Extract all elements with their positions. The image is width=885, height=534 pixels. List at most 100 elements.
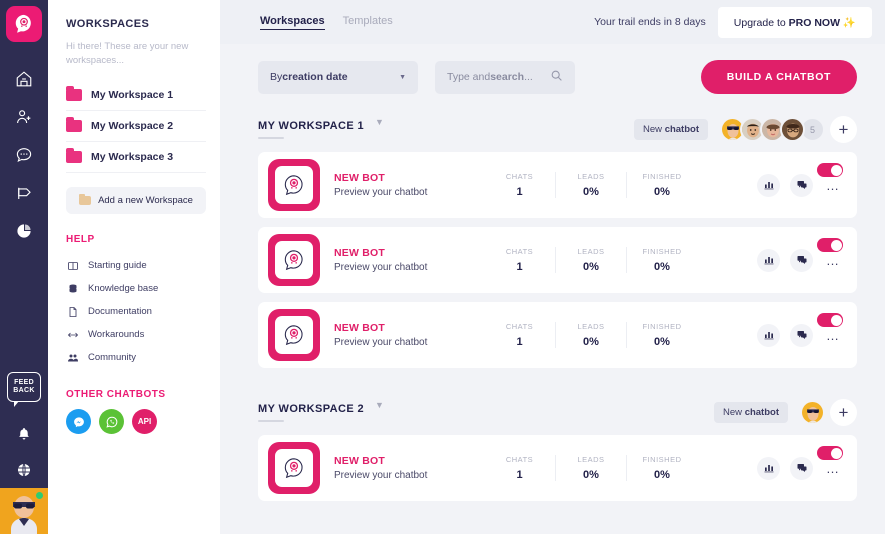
add-workspace-label: Add a new Workspace bbox=[98, 195, 193, 206]
stat-chats: CHATS 1 bbox=[484, 172, 555, 198]
bot-thumbnail[interactable] bbox=[268, 442, 320, 494]
sidebar-item-workspace-2[interactable]: My Workspace 2 bbox=[66, 111, 206, 142]
table-row[interactable]: NEW BOT Preview your chatbot CHATS 1 LEA… bbox=[258, 152, 857, 218]
new-chip-strong: chatbot bbox=[664, 124, 699, 135]
more-options-icon[interactable]: … bbox=[823, 328, 843, 343]
stat-leads: LEADS 0% bbox=[555, 172, 626, 198]
bar-chart-glyph bbox=[764, 257, 773, 265]
bot-enabled-toggle[interactable] bbox=[817, 313, 843, 327]
feedback-button[interactable]: FEED BACK bbox=[7, 372, 41, 407]
help-label: Starting guide bbox=[88, 260, 147, 271]
workspace-label: My Workspace 1 bbox=[91, 89, 174, 101]
sort-prefix: By bbox=[270, 71, 283, 83]
stats-icon[interactable] bbox=[757, 173, 780, 197]
build-chatbot-button[interactable]: BUILD A CHATBOT bbox=[700, 60, 857, 94]
messenger-icon[interactable] bbox=[66, 409, 91, 434]
sidebar-item-workspace-1[interactable]: My Workspace 1 bbox=[66, 80, 206, 111]
bot-card-list-2: NEW BOT Preview your chatbot CHATS 1 LEA… bbox=[220, 426, 885, 501]
chatbot-logo[interactable] bbox=[6, 6, 42, 42]
add-member-button[interactable]: + bbox=[830, 399, 857, 426]
stat-value: 1 bbox=[516, 469, 523, 481]
messages-glyph bbox=[797, 256, 806, 264]
avatar[interactable] bbox=[780, 117, 805, 142]
workspace-section-header-1: MY WORKSPACE 1 ▼ New chatbot 5 + bbox=[220, 94, 885, 143]
sort-select[interactable]: By creation date ▼ bbox=[258, 60, 418, 94]
megaphone-icon[interactable] bbox=[0, 174, 48, 212]
new-chatbot-chip[interactable]: New chatbot bbox=[634, 119, 708, 140]
feedback-line-2: BACK bbox=[13, 387, 35, 394]
messages-icon[interactable] bbox=[790, 248, 813, 272]
stats-icon[interactable] bbox=[757, 248, 780, 272]
messages-icon[interactable] bbox=[790, 173, 813, 197]
add-workspace-button[interactable]: Add a new Workspace bbox=[66, 187, 206, 214]
bot-thumbnail[interactable] bbox=[268, 159, 320, 211]
new-chip-prefix: New bbox=[643, 124, 665, 135]
api-icon[interactable]: API bbox=[132, 409, 157, 434]
stat-value: 1 bbox=[516, 261, 523, 273]
help-item-starting-guide[interactable]: Starting guide bbox=[66, 254, 206, 277]
tab-templates[interactable]: Templates bbox=[343, 15, 393, 29]
bot-enabled-toggle[interactable] bbox=[817, 238, 843, 252]
stat-value: 0% bbox=[654, 469, 670, 481]
more-options-icon[interactable]: … bbox=[823, 178, 843, 193]
bot-thumbnail[interactable] bbox=[268, 309, 320, 361]
help-label: Documentation bbox=[88, 306, 152, 317]
tab-workspaces[interactable]: Workspaces bbox=[260, 15, 325, 30]
home-icon[interactable] bbox=[0, 60, 48, 98]
help-item-documentation[interactable]: Documentation bbox=[66, 300, 206, 323]
bot-subtitle: Preview your chatbot bbox=[334, 187, 428, 198]
search-prefix: Type and bbox=[447, 71, 491, 83]
top-bar-right: Your trail ends in 8 days Upgrade to PRO… bbox=[594, 6, 872, 38]
help-item-workarounds[interactable]: Workarounds bbox=[66, 323, 206, 346]
bot-name: NEW BOT bbox=[334, 322, 385, 334]
more-options-icon[interactable]: … bbox=[823, 461, 843, 476]
folder-plus-icon bbox=[79, 194, 92, 205]
whatsapp-icon[interactable] bbox=[99, 409, 124, 434]
bot-stats: CHATS 1 LEADS 0% FINISHED 0% bbox=[484, 322, 697, 348]
help-item-knowledge-base[interactable]: Knowledge base bbox=[66, 277, 206, 300]
messages-icon[interactable] bbox=[790, 456, 813, 480]
chevron-down-icon[interactable]: ▼ bbox=[375, 117, 384, 127]
table-row[interactable]: NEW BOT Preview your chatbot CHATS 1 LEA… bbox=[258, 227, 857, 293]
bot-thumbnail[interactable] bbox=[268, 234, 320, 286]
avatar[interactable] bbox=[800, 400, 825, 425]
chat-bubble-icon[interactable] bbox=[0, 136, 48, 174]
upgrade-button[interactable]: Upgrade to PRO NOW ✨ bbox=[717, 6, 872, 38]
bot-face-icon bbox=[284, 175, 303, 196]
database-icon bbox=[66, 282, 79, 295]
globe-icon[interactable] bbox=[0, 452, 48, 488]
community-glyph bbox=[67, 354, 78, 361]
app-root: FEED BACK WORKSPACES Hi there! These are… bbox=[0, 0, 885, 534]
bot-enabled-toggle[interactable] bbox=[817, 163, 843, 177]
sort-value: creation date bbox=[282, 71, 348, 83]
table-row[interactable]: NEW BOT Preview your chatbot CHATS 1 LEA… bbox=[258, 435, 857, 501]
search-strong: search bbox=[490, 71, 525, 83]
stats-icon[interactable] bbox=[757, 323, 780, 347]
more-options-icon[interactable]: … bbox=[823, 253, 843, 268]
search-glyph bbox=[551, 70, 562, 81]
bell-icon[interactable] bbox=[0, 416, 48, 452]
pie-chart-icon[interactable] bbox=[0, 212, 48, 250]
trial-status-text: Your trail ends in 8 days bbox=[594, 16, 706, 28]
stat-value: 0% bbox=[654, 261, 670, 273]
avatar[interactable] bbox=[0, 488, 48, 534]
bot-subtitle: Preview your chatbot bbox=[334, 470, 428, 481]
messages-icon[interactable] bbox=[790, 323, 813, 347]
search-input[interactable]: Type and search... bbox=[435, 60, 575, 94]
stat-label: LEADS bbox=[577, 455, 605, 464]
stats-icon[interactable] bbox=[757, 456, 780, 480]
add-member-button[interactable]: + bbox=[830, 116, 857, 143]
search-suffix: ... bbox=[524, 71, 533, 83]
help-label: Workarounds bbox=[88, 329, 145, 340]
help-item-community[interactable]: Community bbox=[66, 346, 206, 369]
chevron-down-icon[interactable]: ▼ bbox=[375, 400, 384, 410]
add-user-icon[interactable] bbox=[0, 98, 48, 136]
sidebar-item-workspace-3[interactable]: My Workspace 3 bbox=[66, 142, 206, 173]
bot-enabled-toggle[interactable] bbox=[817, 446, 843, 460]
new-chatbot-chip[interactable]: New chatbot bbox=[714, 402, 788, 423]
workspace-title: MY WORKSPACE 1 bbox=[258, 120, 364, 139]
stat-value: 0% bbox=[583, 186, 599, 198]
tab-list: Workspaces Templates bbox=[260, 15, 393, 30]
table-row[interactable]: NEW BOT Preview your chatbot CHATS 1 LEA… bbox=[258, 302, 857, 368]
folder-icon bbox=[66, 86, 82, 101]
